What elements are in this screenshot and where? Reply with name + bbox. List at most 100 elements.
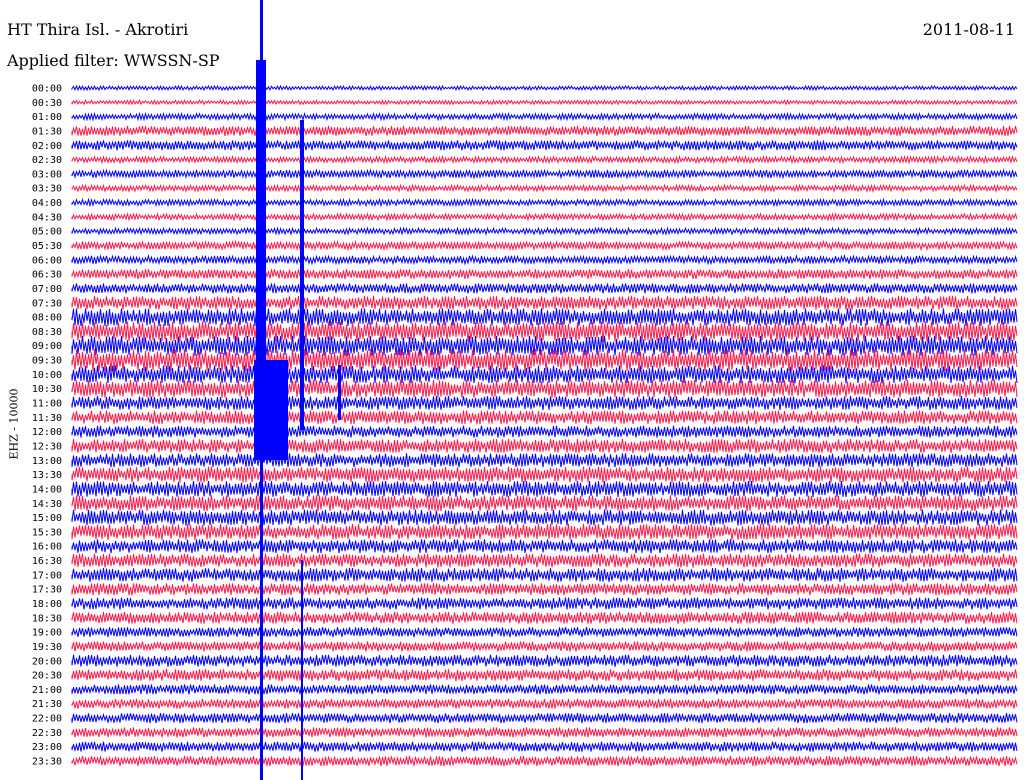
seismogram-plot: 00:00 00:30 01:00 01:30 02:00 02:30 03:00 03:30… [32,0,1018,780]
time-tick-label: 11:00 [32,399,62,410]
trace-line [71,365,1018,384]
time-tick-label: 09:30 [32,356,62,367]
trace-line [71,495,1018,512]
time-tick-label: 21:00 [32,685,62,696]
time-tick-label: 12:30 [32,441,62,452]
trace-line [71,553,1018,568]
time-tick-label: 14:00 [32,484,62,495]
time-tick-label: 00:30 [32,98,62,109]
trace-line [71,539,1018,554]
trace-line [71,583,1018,596]
time-tick-label: 06:30 [32,270,62,281]
trace-line [71,395,1018,411]
event-spike [300,120,304,430]
trace-line [71,611,1018,624]
time-tick-label: 11:30 [32,413,62,424]
time-tick-label: 15:30 [32,527,62,538]
trace-line [71,567,1018,582]
time-tick-label: 02:30 [32,155,62,166]
trace-line [71,211,1018,222]
trace-line [71,379,1018,398]
time-tick-label: 16:00 [32,542,62,553]
time-tick-label: 07:30 [32,298,62,309]
time-tick-label: 21:30 [32,699,62,710]
trace-line [71,84,1018,92]
time-tick-label: 23:00 [32,742,62,753]
trace-line [71,168,1018,180]
time-tick-label: 04:30 [32,212,62,223]
time-tick-label: 10:00 [32,370,62,381]
trace-line [71,226,1018,237]
trace-line [71,741,1018,753]
trace-line [71,295,1018,310]
time-tick-label: 02:00 [32,141,62,152]
time-tick-label: 08:00 [32,313,62,324]
trace-line [71,466,1018,483]
trace-group [71,84,1018,767]
trace-line [71,197,1018,208]
time-tick-label: 14:30 [32,499,62,510]
time-tick-label: 13:30 [32,470,62,481]
trace-line [71,640,1018,652]
trace-line [71,654,1018,667]
trace-line [71,626,1018,638]
time-tick-label: 16:30 [32,556,62,567]
trace-line [71,755,1018,767]
time-tick-label: 07:00 [32,284,62,295]
event-spike [301,560,303,780]
trace-line [71,269,1018,280]
trace-line [71,111,1018,122]
time-tick-label: 22:00 [32,714,62,725]
time-tick-label: 19:30 [32,642,62,653]
trace-line [71,712,1018,724]
trace-line [71,140,1018,151]
trace-line [71,438,1018,454]
trace-line [71,98,1018,106]
trace-line [71,154,1018,165]
time-tick-label: 20:30 [32,671,62,682]
trace-line [71,410,1018,425]
time-tick-label: 22:30 [32,728,62,739]
trace-line [71,321,1018,342]
trace-line [71,523,1018,540]
trace-line [71,253,1018,266]
time-tick-label: 03:30 [32,184,62,195]
time-tick-label: 23:30 [32,757,62,768]
trace-line [71,726,1018,739]
time-tick-label: 05:30 [32,241,62,252]
time-tick-label: 01:00 [32,112,62,123]
time-tick-label: 10:30 [32,384,62,395]
time-tick-label: 13:00 [32,456,62,467]
trace-line [71,509,1018,526]
event-spike [254,360,288,460]
trace-line [71,125,1018,137]
time-tick-label: 06:00 [32,255,62,266]
trace-line [71,597,1018,610]
time-tick-label: 03:00 [32,169,62,180]
trace-line [71,480,1018,497]
event-spike [338,365,341,420]
time-tick-label: 00:00 [32,84,62,95]
time-tick-label: 04:00 [32,198,62,209]
time-tick-label: 09:00 [32,341,62,352]
time-tick-label: 19:00 [32,628,62,639]
trace-line [71,453,1018,468]
time-tick-group: 00:00 00:30 01:00 01:30 02:00 02:30 03:00 03:30… [32,84,62,768]
time-tick-label: 12:00 [32,427,62,438]
trace-line [71,669,1018,682]
trace-line [71,683,1018,696]
time-tick-label: 01:30 [32,126,62,137]
time-tick-label: 17:30 [32,585,62,596]
trace-line [71,183,1018,194]
trace-line [71,425,1018,438]
trace-line [71,239,1018,252]
time-tick-label: 18:30 [32,613,62,624]
time-tick-label: 05:00 [32,227,62,238]
time-tick-label: 18:00 [32,599,62,610]
time-tick-label: 15:00 [32,513,62,524]
time-tick-label: 20:00 [32,656,62,667]
trace-line [71,283,1018,294]
trace-line [71,698,1018,710]
time-tick-label: 08:30 [32,327,62,338]
time-tick-label: 17:00 [32,570,62,581]
